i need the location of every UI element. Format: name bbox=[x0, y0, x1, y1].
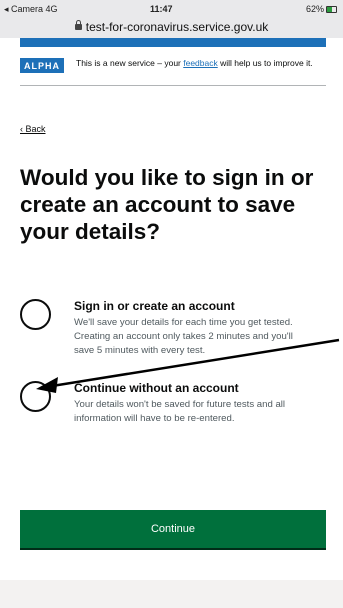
annotation-arrow bbox=[36, 338, 340, 393]
footer bbox=[0, 580, 343, 608]
